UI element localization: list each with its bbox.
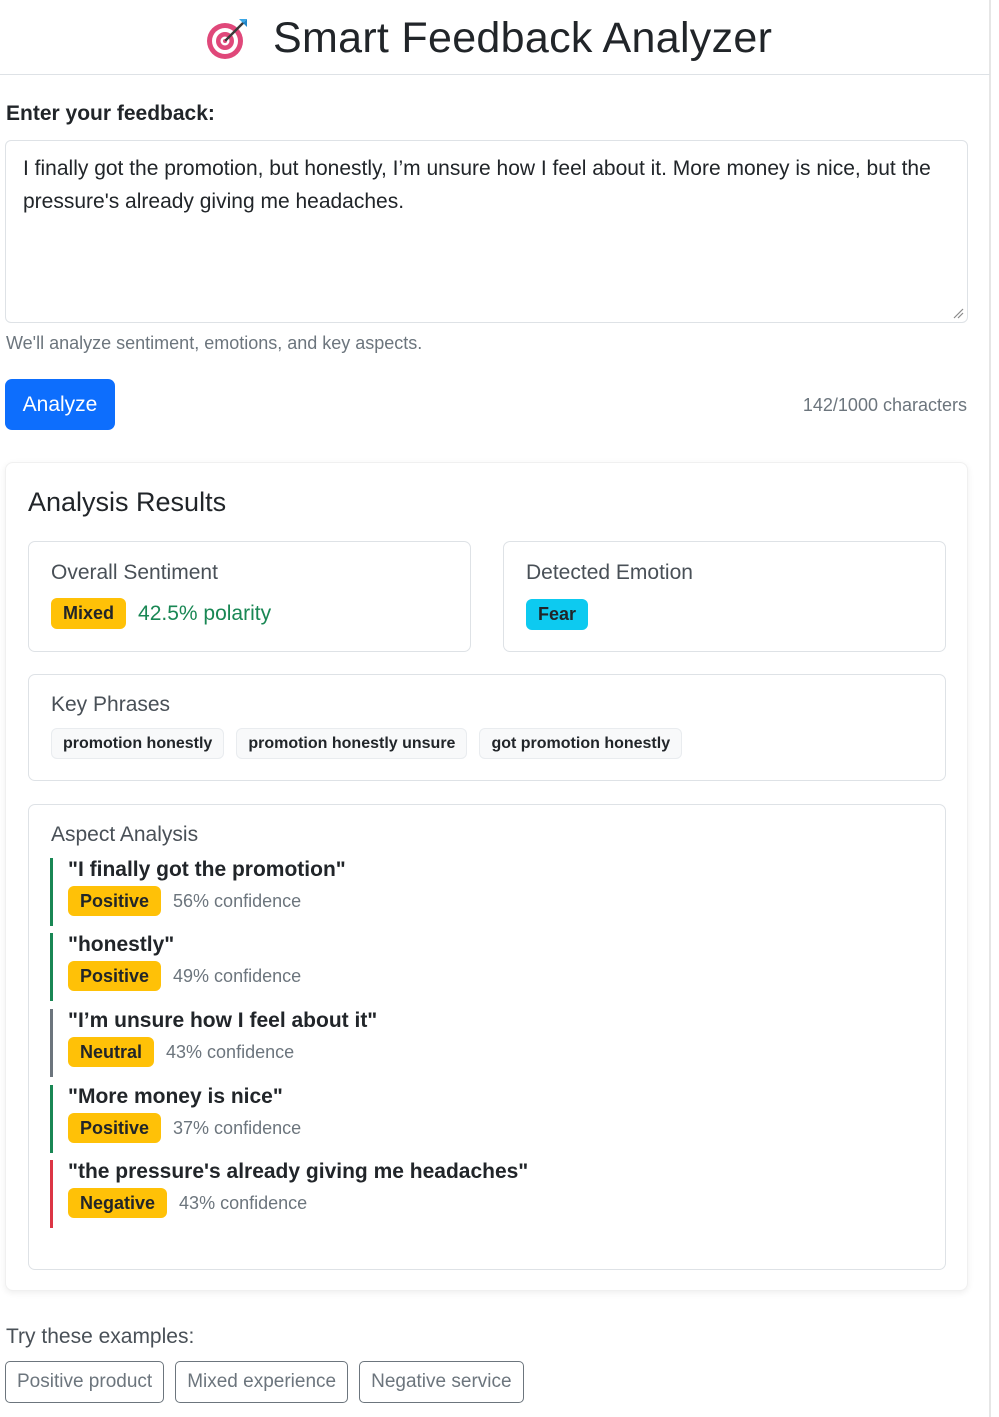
- feedback-help-text: We'll analyze sentiment, emotions, and k…: [6, 333, 423, 353]
- aspect-item: "I’m unsure how I feel about it" Neutral…: [50, 1009, 377, 1077]
- aspect-item: "More money is nice" Positive 37% confid…: [50, 1085, 301, 1153]
- resize-grip-icon[interactable]: [953, 308, 964, 319]
- app-title: Smart Feedback Analyzer: [273, 14, 773, 62]
- feedback-textarea[interactable]: I finally got the promotion, but honestl…: [5, 140, 968, 323]
- key-phrase: got promotion honestly: [479, 728, 683, 759]
- aspect-confidence: 56% confidence: [173, 890, 302, 911]
- aspect-quote: "the pressure's already giving me headac…: [68, 1160, 529, 1183]
- detected-emotion-card: Detected Emotion Fear: [503, 541, 946, 652]
- examples-label: Try these examples:: [6, 1325, 195, 1348]
- results-title: Analysis Results: [28, 487, 227, 517]
- dart-target-icon: [207, 19, 247, 59]
- aspect-sentiment-badge: Positive: [68, 961, 162, 991]
- character-counter: 142/1000 characters: [802, 395, 967, 415]
- aspect-quote: "I finally got the promotion": [68, 858, 346, 881]
- analyze-button[interactable]: Analyze: [5, 379, 115, 430]
- aspect-quote: "More money is nice": [68, 1085, 283, 1108]
- aspect-confidence: 43% confidence: [179, 1192, 308, 1213]
- example-mixed-experience-button[interactable]: Mixed experience: [175, 1361, 349, 1403]
- aspect-item: "I finally got the promotion" Positive 5…: [50, 858, 346, 926]
- aspect-analysis-card: Aspect Analysis "I finally got the promo…: [28, 804, 946, 1270]
- key-phrases-heading: Key Phrases: [51, 693, 171, 716]
- key-phrases-card: Key Phrases promotion honestly promotion…: [28, 674, 946, 781]
- aspect-confidence: 37% confidence: [173, 1117, 302, 1138]
- overall-sentiment-card: Overall Sentiment Mixed 42.5% polarity: [28, 541, 471, 652]
- sentiment-heading: Overall Sentiment: [51, 561, 218, 584]
- feedback-text-value: I finally got the promotion, but honestl…: [23, 157, 931, 213]
- app-header: Smart Feedback Analyzer: [0, 0, 990, 75]
- key-phrase: promotion honestly: [51, 728, 225, 759]
- polarity-value: 42.5% polarity: [138, 601, 272, 625]
- example-positive-product-button[interactable]: Positive product: [5, 1361, 165, 1403]
- emotion-heading: Detected Emotion: [526, 561, 693, 584]
- aspect-quote: "honestly": [68, 933, 175, 956]
- key-phrase: promotion honestly unsure: [236, 728, 468, 759]
- aspect-sentiment-badge: Neutral: [68, 1037, 155, 1067]
- example-negative-service-button[interactable]: Negative service: [359, 1361, 524, 1403]
- emotion-badge: Fear: [526, 599, 589, 630]
- analysis-results-card: Analysis Results Overall Sentiment Mixed…: [5, 462, 968, 1291]
- aspect-analysis-heading: Aspect Analysis: [51, 823, 199, 846]
- aspect-sentiment-badge: Positive: [68, 1113, 162, 1143]
- page-edge-divider: [989, 0, 991, 1417]
- feedback-label: Enter your feedback:: [6, 102, 215, 125]
- examples-button-group: Positive product Mixed experience Negati…: [5, 1361, 524, 1403]
- aspect-sentiment-badge: Positive: [68, 886, 162, 916]
- aspect-confidence: 43% confidence: [166, 1041, 295, 1062]
- sentiment-badge: Mixed: [51, 598, 127, 629]
- aspect-item: "the pressure's already giving me headac…: [50, 1160, 528, 1228]
- aspect-confidence: 49% confidence: [173, 965, 302, 986]
- aspect-sentiment-badge: Negative: [68, 1188, 168, 1218]
- aspect-quote: "I’m unsure how I feel about it": [68, 1009, 378, 1032]
- aspect-item: "honestly" Positive 49% confidence: [50, 933, 301, 1001]
